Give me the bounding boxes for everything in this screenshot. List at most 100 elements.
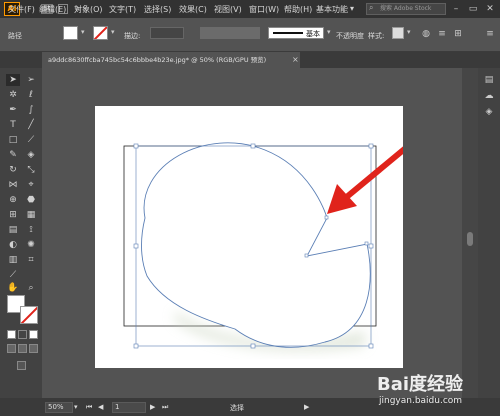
watermark-main: Bai度经验 [377,374,464,395]
libraries-icon[interactable]: ☁ [483,90,495,102]
annotation-arrow [327,139,416,214]
next-artboard-icon[interactable]: ▶ [150,403,155,411]
artboard[interactable] [95,106,416,368]
chevron-down-icon[interactable]: ▾ [407,28,411,36]
right-panel-dock: ▤ ☁ ◈ [478,68,500,398]
control-bar: 路径 ▾ ▾ 描边: 基本 ▾ 不透明度 样式: ▾ ◍ ≡ ⊞ ≡ [0,18,500,52]
canvas-area[interactable] [42,68,462,398]
artwork-svg[interactable] [95,106,416,368]
mesh-tool-icon[interactable]: ▦ [24,209,38,221]
eraser-tool-icon[interactable]: ◈ [24,149,38,161]
menu-bar: Ai St ✎ 文件(F) 编辑(E) 对象(O) 文字(T) 选择(S) 效果… [0,0,500,18]
brush-definition-dropdown[interactable]: 基本 [268,27,324,39]
menu-type[interactable]: 文字(T) [109,4,136,15]
chevron-down-icon[interactable]: ▾ [111,28,115,36]
first-artboard-icon[interactable]: ⏮ [86,403,92,412]
stroke-color-swatch[interactable] [93,26,108,40]
baidu-watermark: Bai度经验 jingyan.baidu.com [377,370,497,412]
lasso-tool-icon[interactable]: ℓ [24,89,38,101]
magic-wand-tool-icon[interactable]: ✲ [6,89,20,101]
stroke-weight-label[interactable]: 描边: [124,31,140,41]
color-mode-icon[interactable] [7,330,16,339]
draw-inside-icon[interactable] [29,344,38,353]
rectangle-tool-icon[interactable]: □ [6,134,20,146]
draw-behind-icon[interactable] [18,344,27,353]
stroke-weight-stepper[interactable] [150,27,184,39]
graphic-style-swatch[interactable] [392,27,404,39]
hand-tool-icon[interactable]: ✋ [6,282,20,294]
blend-tool-icon[interactable]: ◐ [6,239,20,251]
menu-object[interactable]: 对象(O) [74,4,103,15]
column-graph-tool-icon[interactable]: ▥ [6,254,20,266]
rotate-tool-icon[interactable]: ↻ [6,164,20,176]
layers-icon[interactable]: ◈ [483,106,495,118]
chevron-down-icon[interactable]: ▾ [327,28,331,36]
fill-color-swatch[interactable] [63,26,78,40]
artboard-tool-icon[interactable]: ⌗ [24,254,38,266]
menu-help[interactable]: 帮助(H) [284,4,312,15]
last-artboard-icon[interactable]: ⏭ [162,403,168,412]
variable-width-profile[interactable] [200,27,260,39]
vertical-scrollbar[interactable] [462,68,478,398]
opacity-label[interactable]: 不透明度 [336,31,364,41]
maximize-icon[interactable]: ▭ [465,2,481,16]
width-tool-icon[interactable]: ⋈ [6,179,20,191]
draw-normal-icon[interactable] [7,344,16,353]
pen-tool-icon[interactable]: ✒ [6,104,20,116]
properties-icon[interactable]: ▤ [483,74,495,86]
chevron-down-icon[interactable]: ▾ [350,4,354,13]
brush-definition-label: 基本 [306,30,320,38]
watermark-url: jingyan.baidu.com [379,396,463,406]
direct-selection-tool-icon[interactable]: ➢ [24,74,38,86]
menu-window[interactable]: 窗口(W) [249,4,279,15]
shape-builder-tool-icon[interactable]: ⊕ [6,194,20,206]
tools-panel: ➤ ➢ ✲ ℓ ✒ ∫ T ╱ □ ⟋ ✎ ◈ ↻ ⤡ ⋈ ⌖ ⊕ ⬣ ⊞ ▦ … [0,68,42,398]
paintbrush-tool-icon[interactable]: ⟋ [24,134,38,146]
menu-edit[interactable]: 编辑(E) [39,4,66,15]
zoom-tool-icon[interactable]: ⌕ [24,282,38,294]
current-tool-label: 选择 [230,404,244,412]
prev-artboard-icon[interactable]: ◀ [98,403,103,411]
illustrator-window: Ai St ✎ 文件(F) 编辑(E) 对象(O) 文字(T) 选择(S) 效果… [0,0,500,416]
perspective-grid-tool-icon[interactable]: ⊞ [6,209,20,221]
type-tool-icon[interactable]: T [6,119,20,131]
document-tab[interactable]: a9ddc8630ffcba745bc54c6bbbe4b23e.jpg* @ … [42,52,300,68]
menu-select[interactable]: 选择(S) [144,4,171,15]
symbol-sprayer-tool-icon[interactable]: ✺ [24,239,38,251]
chevron-down-icon[interactable]: ▾ [74,403,78,411]
recolor-artwork-icon[interactable]: ◍ [420,28,432,40]
stroke-color-box[interactable] [20,306,38,324]
free-transform-tool-icon[interactable]: ⌖ [24,179,38,191]
status-menu-icon[interactable]: ▶ [304,403,309,411]
chevron-down-icon[interactable]: ▾ [81,28,85,36]
document-tab-bar: a9ddc8630ffcba745bc54c6bbbe4b23e.jpg* @ … [0,52,500,68]
eyedropper-tool-icon[interactable]: ⟟ [24,224,38,236]
selection-tool-icon[interactable]: ➤ [6,74,20,86]
scale-tool-icon[interactable]: ⤡ [24,164,38,176]
transform-icon[interactable]: ⊞ [452,28,464,40]
align-icon[interactable]: ≡ [436,28,448,40]
gradient-tool-icon[interactable]: ▤ [6,224,20,236]
close-tab-icon[interactable]: × [292,52,299,68]
shaper-tool-icon[interactable]: ✎ [6,149,20,161]
line-segment-tool-icon[interactable]: ╱ [24,119,38,131]
gradient-mode-icon[interactable] [18,330,27,339]
menu-file[interactable]: 文件(F) [8,4,35,15]
live-paint-tool-icon[interactable]: ⬣ [24,194,38,206]
minimize-icon[interactable]: – [448,2,464,16]
scroll-thumb[interactable] [467,232,473,246]
slice-tool-icon[interactable]: ⟋ [6,269,20,281]
workspace-switcher[interactable]: 基本功能 [316,4,348,15]
artboard-number-field[interactable]: 1 [112,402,146,413]
close-icon[interactable]: ✕ [482,2,498,16]
curvature-tool-icon[interactable]: ∫ [24,104,38,116]
menu-view[interactable]: 视图(V) [214,4,242,15]
selection-type-label: 路径 [8,32,22,40]
screen-mode-icon[interactable] [17,361,26,370]
panel-menu-icon[interactable]: ≡ [484,28,496,40]
graphic-style-label: 样式: [368,32,385,40]
none-mode-icon[interactable] [29,330,38,339]
stock-search-input[interactable]: 搜索 Adobe Stock [366,3,446,15]
menu-effect[interactable]: 效果(C) [179,4,207,15]
zoom-level-field[interactable]: 50% [45,402,73,413]
